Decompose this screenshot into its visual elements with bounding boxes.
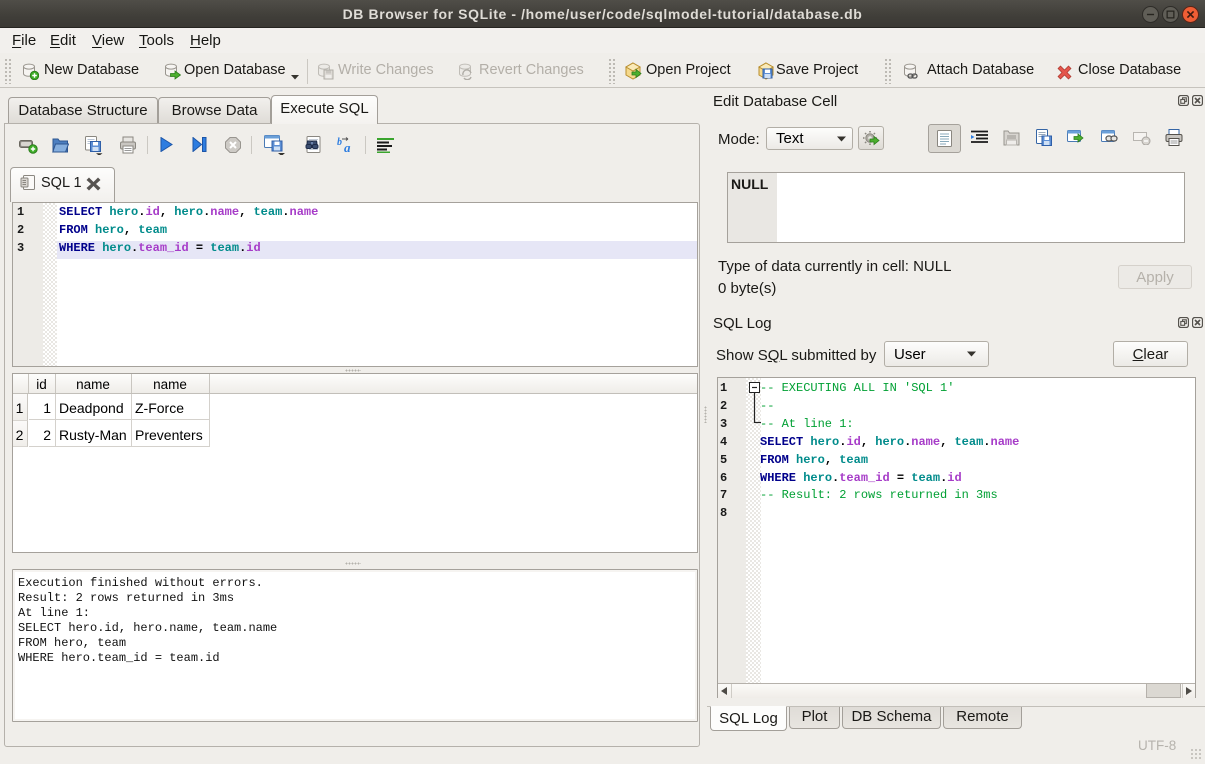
svg-text:a: a xyxy=(344,140,351,154)
svg-text:b: b xyxy=(337,137,342,148)
